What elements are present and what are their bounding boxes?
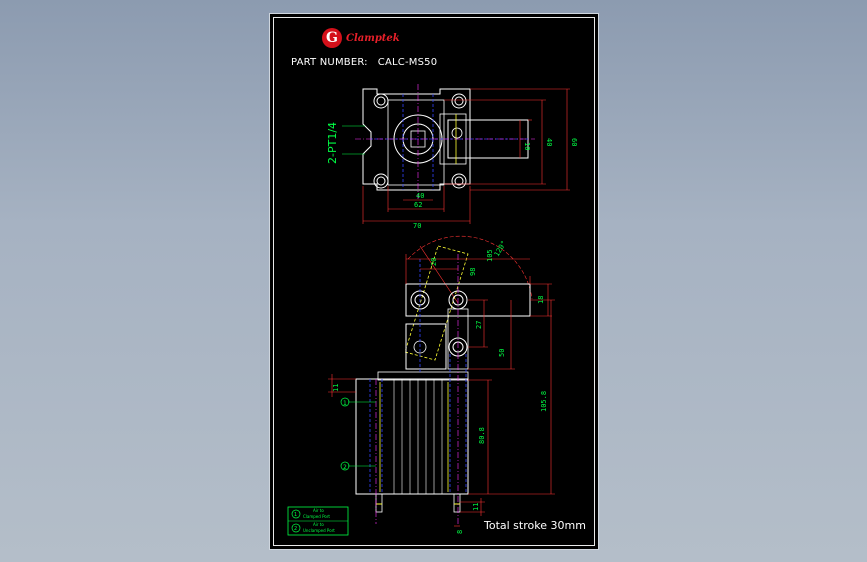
port-marker: 1 [340,397,376,407]
dim-text: 27 [475,321,483,329]
dim-text: 105.8 [540,391,548,412]
dim-text: 70 [413,222,421,230]
cad-drawing: 40 62 70 10 40 60 2-PT1/4 20 98 105 120°… [287,84,578,536]
dim-text: 105 [486,249,494,262]
dim-text: 20 [430,258,438,266]
dim-text: 40 [416,192,424,200]
legend-line: Air to [313,508,324,513]
legend-line: Clamped Port [303,514,330,519]
legend-num: 1 [294,512,297,518]
dim-text: 11 [472,503,480,511]
dim-text: 98 [469,268,477,276]
dim-text: 18 [537,296,545,304]
port-marker: 2 [340,461,376,471]
dim-text: 62 [414,201,422,209]
dim-text: 80.8 [478,427,486,444]
stroke-note: Total stroke 30mm [484,519,586,532]
legend-num: 2 [294,526,297,532]
dim-text: 10 [523,142,531,150]
dim-text: 60 [570,138,578,146]
dim-text: 40 [545,138,553,146]
drawing-sheet: G Clamptek PART NUMBER: CALC-MS50 40 62 … [269,13,599,550]
legend-line: Air to [313,522,324,527]
dim-text: 50 [498,349,506,357]
port-legend: 1 Air to Clamped Port 2 Air to Unclamped… [287,506,349,536]
svg-text:2: 2 [343,464,347,471]
dim-text: 120° [493,239,508,258]
legend-line: Unclamped Port [303,528,335,533]
svg-text:1: 1 [343,400,347,407]
dim-text: 8 [456,530,464,534]
top-view: 40 62 70 10 40 60 2-PT1/4 [326,84,578,230]
side-view: 20 98 105 120° 18 27 50 105.8 80.8 11 11… [328,235,555,534]
dim-text: 11 [332,384,340,392]
port-note: 2-PT1/4 [326,122,339,164]
